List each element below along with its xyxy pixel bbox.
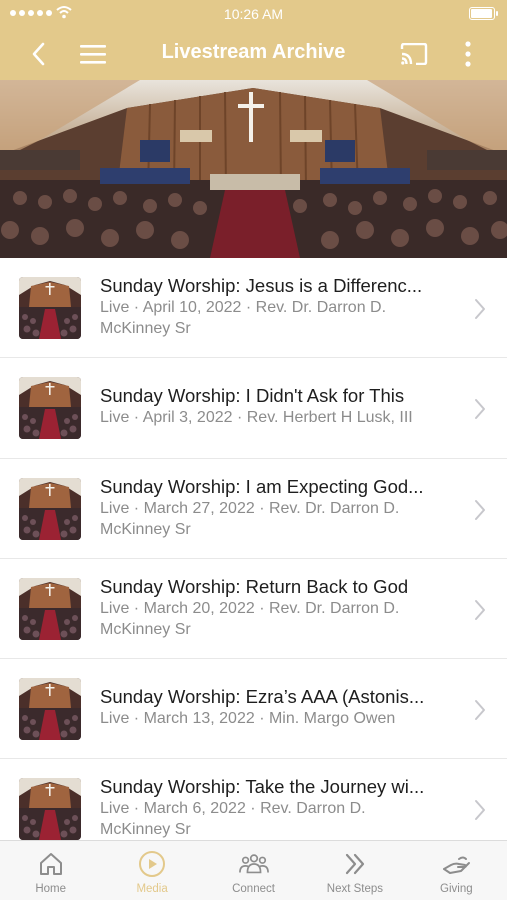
tab-label: Home [35,883,67,895]
tab-giving[interactable]: Giving [406,841,507,900]
item-subtitle: Live · March 6, 2022 · Rev. Darron D. [100,800,366,818]
item-title: Sunday Worship: I Didn't Ask for This [100,385,405,407]
list-item[interactable]: Sunday Worship: Jesus is a Differenc... L… [0,258,507,359]
sermon-thumbnail [19,577,81,640]
item-subtitle: Live · March 27, 2022 · Rev. Dr. Darron … [100,499,400,517]
sermon-thumbnail [19,377,81,440]
status-time: 10:26 AM [223,6,284,22]
item-subtitle: Live · March 13, 2022 · Min. Margo Owen [100,710,396,728]
list-item[interactable]: Sunday Worship: Take the Journey wi... Li… [0,759,507,840]
status-bar: 10:26 AM [0,0,507,28]
sermon-thumbnail [19,477,81,540]
list-item[interactable]: Sunday Worship: I Didn't Ask for This Liv… [0,358,507,459]
tab-label: Next Steps [326,883,384,895]
tab-media[interactable]: Media [101,841,202,900]
battery-icon [469,7,498,20]
sermon-thumbnail [19,277,81,339]
tab-home[interactable]: Home [0,841,101,900]
nav-bar: Livestream Archive [0,28,507,80]
play-circle-icon [137,849,167,879]
item-subtitle-cont: McKinney Sr [100,320,191,337]
tab-label: Giving [440,883,473,895]
item-title: Sunday Worship: Take the Journey wi... [100,776,425,798]
tab-next-steps[interactable]: Next Steps [304,841,405,900]
sermon-thumbnail [19,678,81,741]
home-icon [36,849,66,879]
cast-button[interactable] [396,36,432,72]
item-subtitle: Live · March 20, 2022 · Rev. Dr. Darron … [100,599,400,617]
hero-sanctuary-image [0,80,507,258]
item-subtitle-cont: McKinney Sr [100,620,191,638]
chevron-right-icon [475,399,485,420]
people-group-icon [238,849,269,879]
item-title: Sunday Worship: Return Back to God [100,575,409,597]
list-item[interactable]: Sunday Worship: Ezra’s AAA (Astonis... Li… [0,659,507,760]
tab-bar: Home Media Connect Next Steps Giving [0,840,507,900]
item-subtitle-cont: McKinney Sr [100,821,191,839]
chevron-right-icon [475,499,485,520]
cast-icon [400,43,428,65]
double-chevron-icon [340,849,370,879]
more-options-button[interactable] [450,36,486,72]
giving-hand-icon [441,849,471,879]
chevron-right-icon [475,599,485,620]
list-item[interactable]: Sunday Worship: I am Expecting God... Liv… [0,458,507,559]
item-subtitle-cont: McKinney Sr [100,520,191,538]
item-subtitle: Live · April 10, 2022 · Rev. Dr. Darron … [100,299,387,316]
livestream-list: Sunday Worship: Jesus is a Differenc... L… [0,258,507,840]
tab-label: Connect [232,883,275,895]
list-item[interactable]: Sunday Worship: Return Back to God Live ·… [0,558,507,660]
item-subtitle: Live · April 3, 2022 · Rev. Herbert H Lu… [100,409,413,427]
more-vertical-icon [465,41,471,67]
chevron-right-icon [475,299,485,319]
tab-label: Media [136,883,168,895]
item-title: Sunday Worship: Jesus is a Differenc... [100,275,423,296]
chevron-right-icon [475,800,485,821]
tab-connect[interactable]: Connect [203,841,304,900]
item-title: Sunday Worship: Ezra’s AAA (Astonis... [100,686,425,708]
item-title: Sunday Worship: I am Expecting God... [100,475,424,497]
sermon-thumbnail [19,778,81,840]
chevron-right-icon [475,700,485,721]
